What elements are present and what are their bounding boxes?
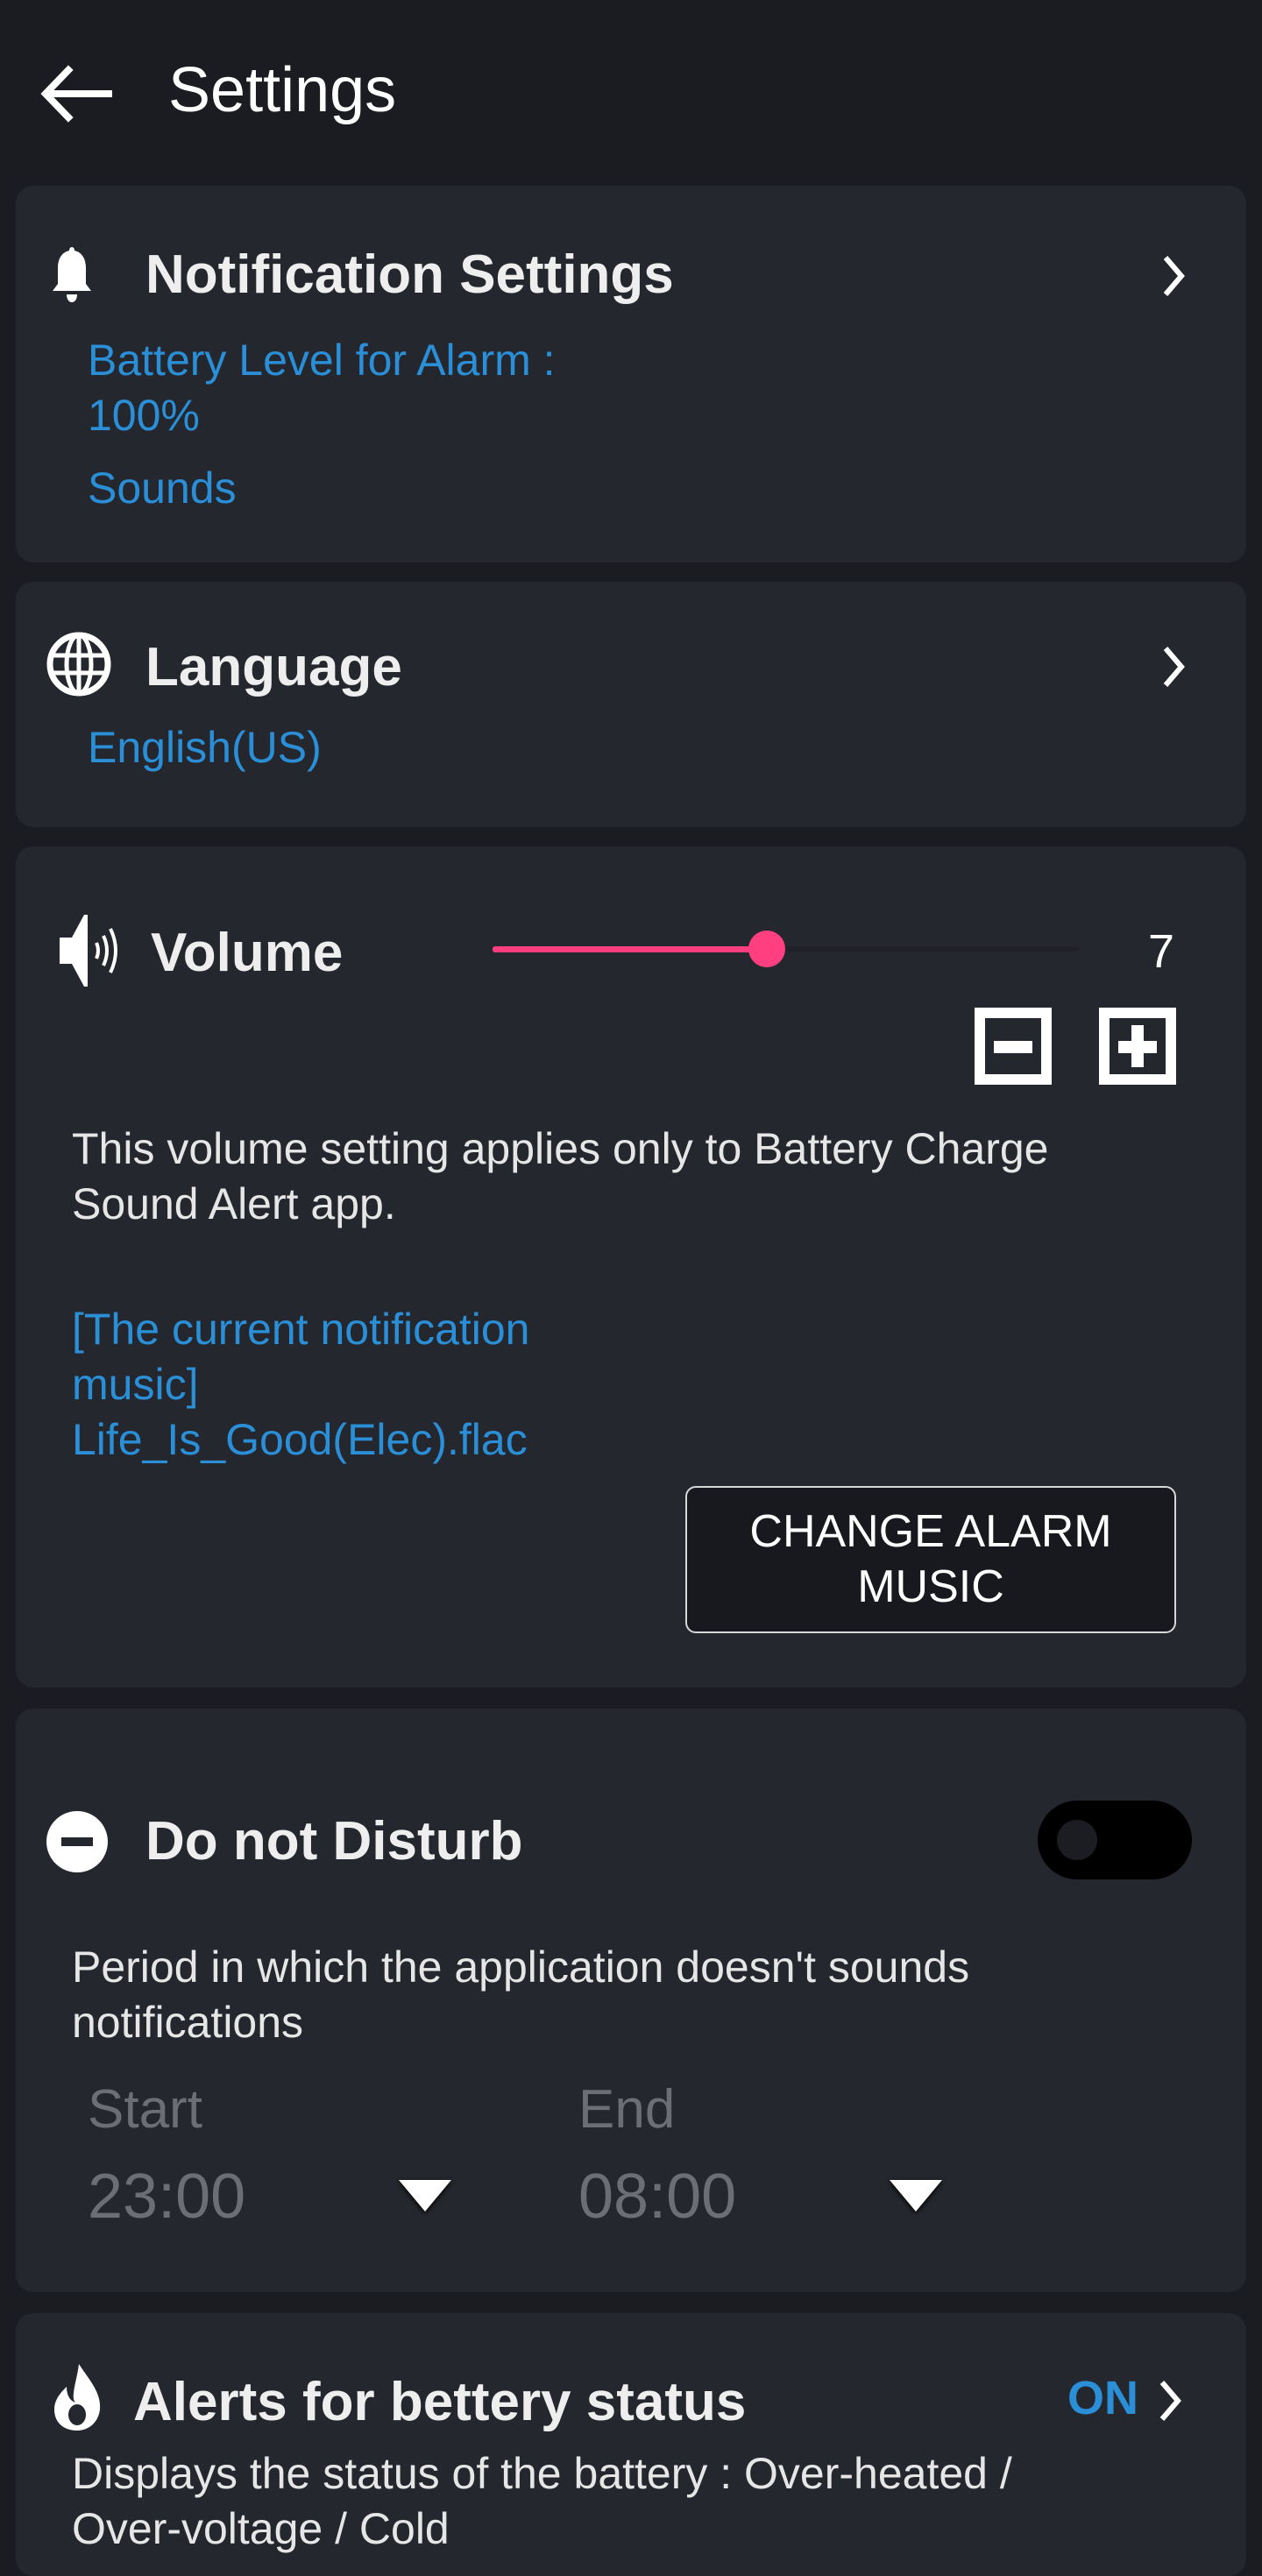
do-not-disturb-title: Do not Disturb <box>145 1811 523 1872</box>
battery-alerts-title: Alerts for bettery status <box>133 2372 747 2432</box>
battery-level-value: 100% <box>88 391 200 440</box>
volume-slider-fill <box>493 946 767 952</box>
volume-slider-thumb[interactable] <box>748 931 785 967</box>
toggle-knob <box>1057 1820 1097 1860</box>
flame-icon <box>54 2364 101 2431</box>
chevron-right-icon[interactable] <box>1160 645 1187 689</box>
current-music-label-line1: [The current notification <box>72 1305 530 1354</box>
speaker-icon <box>60 915 117 987</box>
globe-icon <box>46 632 111 697</box>
dnd-description-line1: Period in which the application doesn't … <box>72 1943 970 1992</box>
chevron-right-icon[interactable] <box>1160 254 1187 298</box>
change-alarm-music-label-line1: CHANGE ALARM <box>749 1506 1112 1557</box>
current-music-file: Life_Is_Good(Elec).flac <box>72 1415 528 1464</box>
language-card[interactable]: Language English(US) <box>16 582 1246 827</box>
notification-settings-card[interactable]: Notification Settings Battery Level for … <box>16 186 1246 563</box>
notification-settings-title: Notification Settings <box>145 244 674 305</box>
current-music-label-line2: music] <box>72 1360 199 1409</box>
volume-title: Volume <box>151 923 344 983</box>
app-bar: Settings <box>0 0 1262 186</box>
language-value: English(US) <box>88 723 322 772</box>
plus-icon <box>1118 1025 1157 1067</box>
end-time-label: End <box>578 2079 676 2140</box>
minus-icon <box>994 1041 1032 1053</box>
page-title: Settings <box>168 55 397 125</box>
chevron-right-icon[interactable] <box>1157 2379 1183 2423</box>
minus-circle-icon <box>46 1811 108 1872</box>
sounds-link[interactable]: Sounds <box>88 461 237 516</box>
end-time-value[interactable]: 08:00 <box>578 2161 736 2233</box>
battery-alerts-status: ON <box>1067 2372 1138 2424</box>
do-not-disturb-toggle[interactable] <box>1038 1801 1192 1879</box>
back-button[interactable] <box>39 63 112 124</box>
change-alarm-music-label-line2: MUSIC <box>857 1561 1004 1612</box>
language-title: Language <box>145 637 402 697</box>
bell-icon <box>53 247 91 302</box>
battery-level-label: Battery Level for Alarm : <box>88 336 556 385</box>
battery-alerts-description-line2: Over-voltage / Cold <box>72 2504 450 2553</box>
volume-value: 7 <box>1148 925 1175 978</box>
start-time-label: Start <box>88 2079 202 2140</box>
volume-increase-button[interactable] <box>1099 1008 1176 1085</box>
arrow-left-icon <box>40 65 112 123</box>
change-alarm-music-button[interactable]: CHANGE ALARM MUSIC <box>685 1486 1176 1633</box>
volume-decrease-button[interactable] <box>975 1008 1052 1085</box>
start-time-value[interactable]: 23:00 <box>88 2161 245 2233</box>
end-time-dropdown-icon[interactable] <box>890 2180 942 2212</box>
battery-alerts-description-line1: Displays the status of the battery : Ove… <box>72 2449 1012 2498</box>
start-time-dropdown-icon[interactable] <box>399 2180 451 2212</box>
dnd-description-line2: notifications <box>72 1998 304 2047</box>
volume-description-line2: Sound Alert app. <box>72 1179 396 1228</box>
volume-description-line1: This volume setting applies only to Batt… <box>72 1124 1049 1173</box>
